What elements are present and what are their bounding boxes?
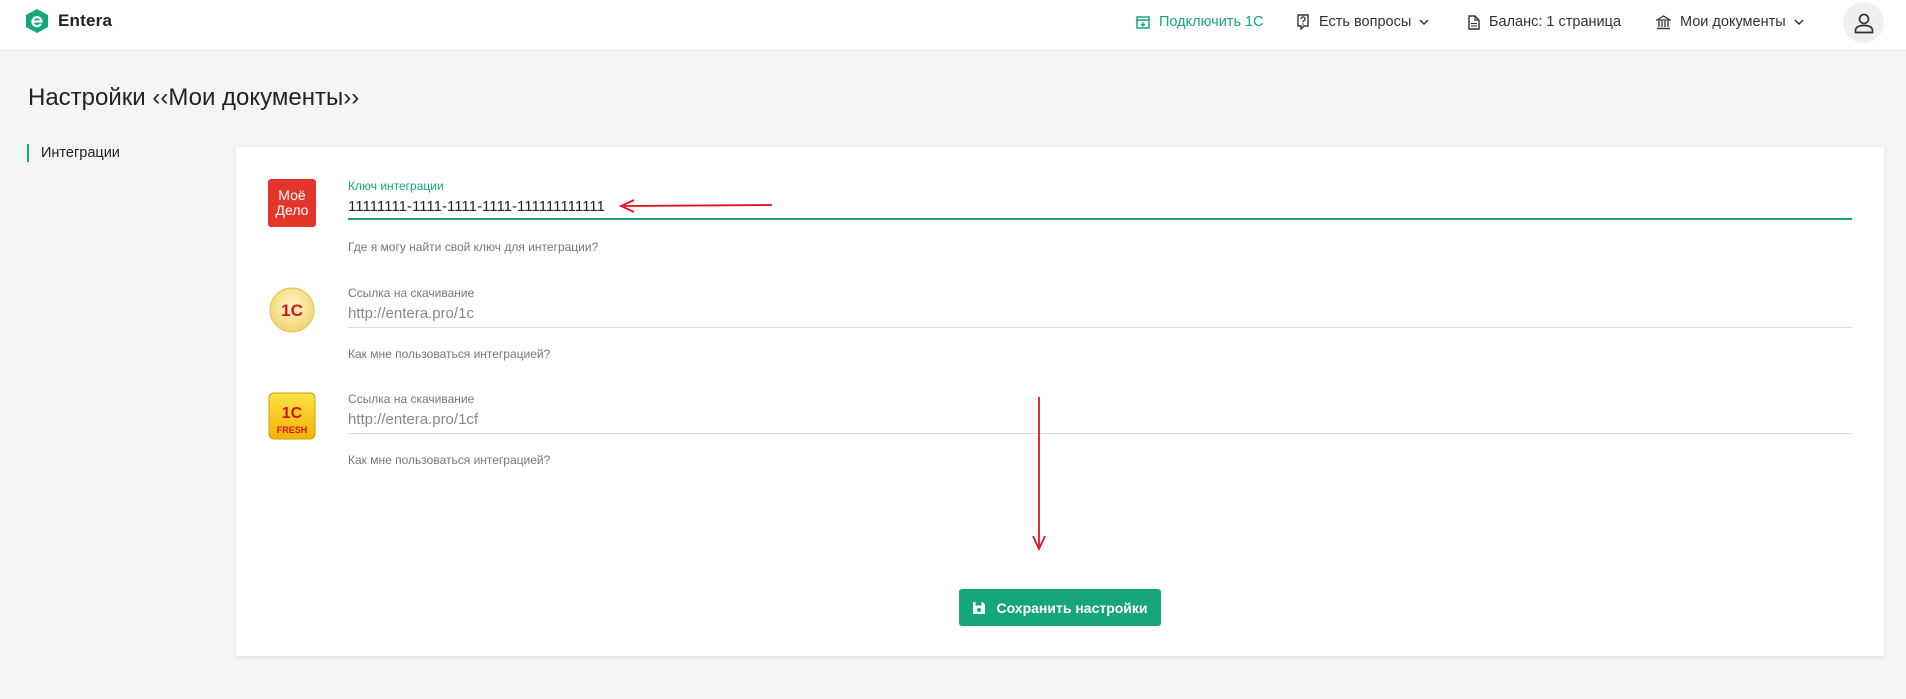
help-link-1c-fresh[interactable]: Как мне пользоваться интеграцией? [348, 453, 550, 467]
integrations-card: Моё Дело Ключ интеграции Где я могу найт… [236, 147, 1884, 656]
plug-box-icon [1136, 16, 1150, 29]
one-c-fresh-logo-subtext: FRESH [277, 425, 308, 435]
sidebar-item-integrations[interactable]: Интеграции [27, 144, 120, 162]
top-header: Entera Подключить 1С Есть вопросы Баланс… [0, 0, 1906, 51]
integration-key-label: Ключ интеграции [348, 179, 444, 193]
nav-balance-label: Баланс: 1 страница [1489, 14, 1622, 30]
moe-delo-logo-line1: Моё [278, 187, 306, 203]
entera-logo-icon [26, 9, 48, 33]
nav-my-documents-dropdown[interactable]: Мои документы [1656, 12, 1804, 32]
help-link-1c[interactable]: Как мне пользоваться интеграцией? [348, 347, 550, 361]
integration-key-help-link[interactable]: Где я могу найти свой ключ для интеграци… [348, 240, 598, 254]
user-icon [1854, 13, 1873, 33]
one-c-logo: 1С [268, 286, 316, 334]
download-link-1c-fresh-label: Ссылка на скачивание [348, 392, 475, 406]
nav-questions-label: Есть вопросы [1319, 14, 1412, 30]
chevron-down-icon [1794, 18, 1804, 25]
bank-icon [1656, 14, 1671, 29]
download-link-1c-fresh-field: Ссылка на скачивание [348, 392, 1852, 434]
save-settings-button[interactable]: Сохранить настройки [959, 589, 1161, 626]
nav-connect-label: Подключить 1С [1159, 14, 1264, 30]
save-settings-label: Сохранить настройки [996, 599, 1148, 616]
download-link-1c-field: Ссылка на скачивание [348, 286, 1852, 328]
floppy-disk-icon [973, 601, 986, 614]
nav-questions-dropdown[interactable]: Есть вопросы [1296, 12, 1429, 32]
download-link-1c-fresh-input[interactable] [348, 406, 1852, 434]
one-c-logo-text: 1С [281, 301, 303, 320]
download-link-1c-input[interactable] [348, 300, 1852, 328]
brand-name: Entera [58, 11, 113, 30]
download-link-1c-label: Ссылка на скачивание [348, 286, 475, 300]
moe-delo-logo: Моё Дело [268, 179, 316, 227]
one-c-fresh-logo-text: 1С [282, 405, 303, 422]
one-c-fresh-logo-icon: 1С FRESH [268, 392, 316, 440]
integration-key-field: Ключ интеграции [348, 179, 1852, 220]
integration-key-input[interactable] [348, 193, 1852, 220]
chevron-down-icon [1419, 18, 1429, 25]
nav-connect-1c[interactable]: Подключить 1С [1136, 12, 1264, 32]
document-icon [1468, 14, 1480, 30]
page-title: Настройки ‹‹Мои документы›› [28, 84, 360, 111]
nav-balance[interactable]: Баланс: 1 страница [1468, 12, 1621, 32]
moe-delo-logo-line2: Дело [275, 202, 309, 218]
nav-my-documents-label: Мои документы [1680, 14, 1786, 30]
user-avatar-button[interactable] [1843, 2, 1884, 43]
brand-logo[interactable]: Entera [26, 9, 112, 33]
question-icon [1297, 14, 1309, 30]
one-c-fresh-logo: 1С FRESH [268, 392, 316, 440]
one-c-logo-icon: 1С [269, 287, 315, 333]
